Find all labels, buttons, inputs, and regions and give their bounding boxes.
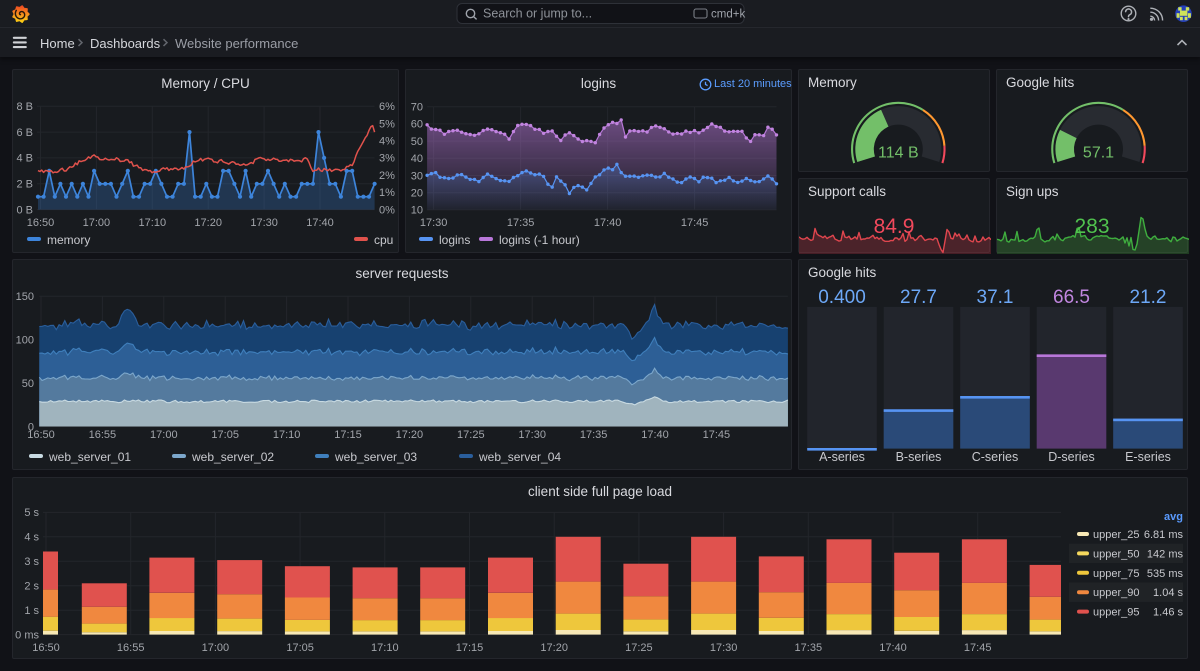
svg-text:17:35: 17:35: [507, 217, 535, 229]
svg-text:60: 60: [411, 119, 423, 131]
svg-text:upper_95: upper_95: [1093, 607, 1140, 619]
svg-text:17:45: 17:45: [703, 429, 731, 441]
svg-text:17:20: 17:20: [194, 217, 222, 229]
svg-text:cmd+k: cmd+k: [711, 9, 745, 21]
svg-text:17:00: 17:00: [83, 217, 111, 229]
svg-text:17:20: 17:20: [540, 642, 568, 654]
svg-text:6 B: 6 B: [16, 127, 33, 139]
svg-text:17:45: 17:45: [964, 642, 992, 654]
svg-text:17:40: 17:40: [641, 429, 669, 441]
svg-text:16:55: 16:55: [117, 642, 145, 654]
svg-text:21.2: 21.2: [1130, 287, 1167, 308]
svg-text:5%: 5%: [379, 118, 395, 130]
svg-text:66.5: 66.5: [1053, 287, 1090, 308]
svg-text:17:10: 17:10: [371, 642, 399, 654]
svg-text:17:45: 17:45: [681, 217, 709, 229]
svg-text:150: 150: [16, 291, 34, 303]
svg-text:16:50: 16:50: [27, 217, 55, 229]
svg-text:4 B: 4 B: [16, 153, 33, 165]
svg-text:A-series: A-series: [819, 450, 865, 464]
svg-text:0 ms: 0 ms: [15, 629, 39, 641]
svg-text:5 s: 5 s: [24, 507, 39, 519]
svg-text:6.81 ms: 6.81 ms: [1144, 529, 1184, 541]
svg-text:16:50: 16:50: [27, 429, 55, 441]
svg-text:17:00: 17:00: [150, 429, 178, 441]
svg-text:17:30: 17:30: [250, 217, 278, 229]
svg-text:535 ms: 535 ms: [1147, 568, 1184, 580]
svg-text:D-series: D-series: [1048, 450, 1095, 464]
svg-text:20: 20: [411, 188, 423, 200]
svg-text:50: 50: [22, 378, 34, 390]
svg-text:17:20: 17:20: [396, 429, 424, 441]
svg-text:17:30: 17:30: [420, 217, 448, 229]
svg-text:17:35: 17:35: [580, 429, 608, 441]
svg-text:logins: logins: [439, 233, 470, 247]
svg-text:upper_90: upper_90: [1093, 587, 1140, 599]
svg-text:142 ms: 142 ms: [1147, 548, 1184, 560]
svg-text:2 s: 2 s: [24, 581, 39, 593]
svg-text:17:40: 17:40: [594, 217, 622, 229]
svg-text:2 B: 2 B: [16, 179, 33, 191]
svg-text:memory: memory: [47, 233, 90, 247]
svg-text:web_server_04: web_server_04: [478, 450, 561, 464]
svg-text:50: 50: [411, 136, 423, 148]
svg-text:17:15: 17:15: [334, 429, 362, 441]
svg-text:1.04 s: 1.04 s: [1153, 587, 1183, 599]
svg-text:upper_75: upper_75: [1093, 568, 1140, 580]
svg-text:upper_25: upper_25: [1093, 529, 1140, 541]
svg-text:17:30: 17:30: [710, 642, 738, 654]
svg-text:17:25: 17:25: [625, 642, 653, 654]
svg-text:cpu: cpu: [374, 233, 393, 247]
svg-text:17:10: 17:10: [139, 217, 167, 229]
svg-text:37.1: 37.1: [977, 287, 1014, 308]
svg-text:3%: 3%: [379, 153, 395, 165]
svg-text:upper_50: upper_50: [1093, 548, 1140, 560]
svg-text:17:10: 17:10: [273, 429, 301, 441]
svg-text:web_server_02: web_server_02: [191, 450, 274, 464]
svg-text:30: 30: [411, 170, 423, 182]
svg-text:17:15: 17:15: [456, 642, 484, 654]
svg-text:0%: 0%: [379, 204, 395, 216]
svg-text:8 B: 8 B: [16, 101, 33, 113]
svg-text:avg: avg: [1164, 511, 1183, 523]
svg-text:2%: 2%: [379, 170, 395, 182]
svg-text:16:50: 16:50: [32, 642, 60, 654]
svg-text:B-series: B-series: [896, 450, 942, 464]
svg-text:17:25: 17:25: [457, 429, 485, 441]
svg-text:C-series: C-series: [972, 450, 1019, 464]
svg-text:17:40: 17:40: [306, 217, 334, 229]
svg-text:web_server_03: web_server_03: [334, 450, 417, 464]
svg-text:16:55: 16:55: [89, 429, 117, 441]
svg-text:17:35: 17:35: [795, 642, 823, 654]
svg-text:10: 10: [411, 205, 423, 217]
svg-text:114 B: 114 B: [878, 145, 919, 162]
svg-text:17:05: 17:05: [211, 429, 239, 441]
svg-text:57.1: 57.1: [1083, 145, 1114, 162]
svg-text:1 s: 1 s: [24, 605, 39, 617]
svg-text:3 s: 3 s: [24, 556, 39, 568]
svg-text:1%: 1%: [379, 187, 395, 199]
svg-text:17:40: 17:40: [879, 642, 907, 654]
svg-text:Search or jump to...: Search or jump to...: [483, 7, 592, 21]
svg-text:40: 40: [411, 153, 423, 165]
svg-text:17:05: 17:05: [286, 642, 314, 654]
svg-text:4 s: 4 s: [24, 532, 39, 544]
svg-text:17:30: 17:30: [518, 429, 546, 441]
svg-text:100: 100: [16, 335, 34, 347]
svg-text:0.400: 0.400: [818, 287, 866, 308]
svg-text:17:00: 17:00: [202, 642, 230, 654]
svg-text:27.7: 27.7: [900, 287, 937, 308]
svg-text:1.46 s: 1.46 s: [1153, 607, 1183, 619]
svg-text:4%: 4%: [379, 136, 395, 148]
svg-text:logins (-1 hour): logins (-1 hour): [499, 233, 580, 247]
svg-text:0 B: 0 B: [16, 204, 33, 216]
svg-text:6%: 6%: [379, 101, 395, 113]
svg-text:70: 70: [411, 102, 423, 114]
svg-text:web_server_01: web_server_01: [48, 450, 131, 464]
svg-text:E-series: E-series: [1125, 450, 1171, 464]
